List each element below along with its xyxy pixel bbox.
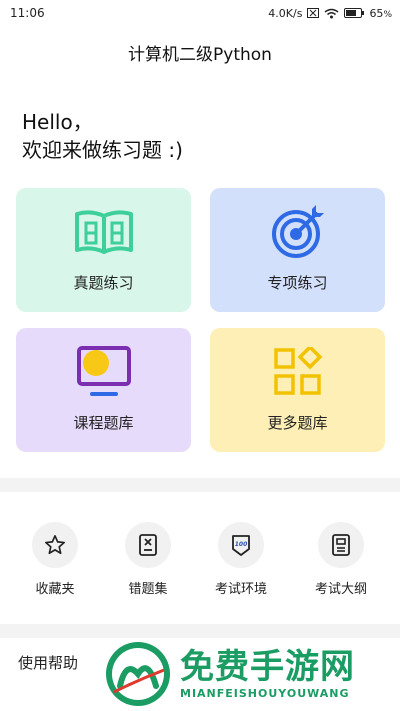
tool-label-exam-env: 考试环境	[214, 582, 267, 597]
card-past-exams[interactable]: 真题练习	[16, 188, 191, 312]
battery-icon	[344, 8, 365, 18]
card-label-course-bank: 课程题库	[73, 414, 134, 432]
wrong-paper-icon	[125, 522, 171, 568]
tool-exam-env[interactable]: 100 考试环境	[201, 522, 281, 597]
tool-exam-outline[interactable]: 考试大纲	[301, 522, 381, 597]
apps-grid-icon	[273, 346, 323, 398]
watermark-title: 免费手游网	[180, 647, 355, 687]
target-icon	[270, 205, 326, 258]
monitor-icon	[76, 346, 132, 398]
tool-label-exam-outline: 考试大纲	[314, 582, 367, 597]
status-bar: 11:06 4.0K/s 65%	[0, 0, 400, 26]
app-bar: 计算机二级Python	[0, 34, 400, 70]
card-label-topic-practice: 专项练习	[267, 274, 328, 292]
tool-wrong-answers[interactable]: 错题集	[108, 522, 188, 597]
card-course-bank[interactable]: 课程题库	[16, 328, 191, 452]
score-badge-icon: 100	[218, 522, 264, 568]
outline-doc-icon	[318, 522, 364, 568]
watermark-subtitle: MIANFEISHOUYOUWANG	[180, 687, 350, 700]
tool-favorites[interactable]: 收藏夹	[15, 522, 95, 597]
card-label-past-exams: 真题练习	[73, 274, 134, 292]
watermark-text: 免费手游网 MIANFEISHOUYOUWANG	[180, 647, 355, 700]
greeting-hello: Hello，	[22, 110, 93, 134]
greeting-welcome: 欢迎来做练习题 :)	[22, 138, 183, 162]
greeting: Hello， 欢迎来做练习题 :)	[22, 108, 183, 164]
watermark: 免费手游网 MIANFEISHOUYOUWANG	[104, 636, 400, 711]
status-right: 4.0K/s 65%	[268, 7, 392, 20]
battery-percent: 65%	[369, 6, 392, 20]
star-icon	[32, 522, 78, 568]
net-speed: 4.0K/s	[268, 6, 303, 20]
watermark-logo-icon	[104, 640, 172, 708]
svg-text:100: 100	[235, 541, 248, 548]
sim-off-icon	[307, 8, 320, 18]
help-label: 使用帮助	[18, 653, 79, 672]
page-title: 计算机二级Python	[128, 44, 272, 65]
card-more-bank[interactable]: 更多题库	[210, 328, 385, 452]
book-icon	[73, 206, 135, 258]
card-label-more-bank: 更多题库	[267, 414, 328, 432]
status-time: 11:06	[10, 6, 45, 20]
wifi-icon	[324, 8, 339, 19]
card-topic-practice[interactable]: 专项练习	[210, 188, 385, 312]
tool-label-favorites: 收藏夹	[35, 582, 75, 597]
tool-label-wrong-answers: 错题集	[128, 582, 168, 597]
section-divider	[0, 478, 400, 492]
